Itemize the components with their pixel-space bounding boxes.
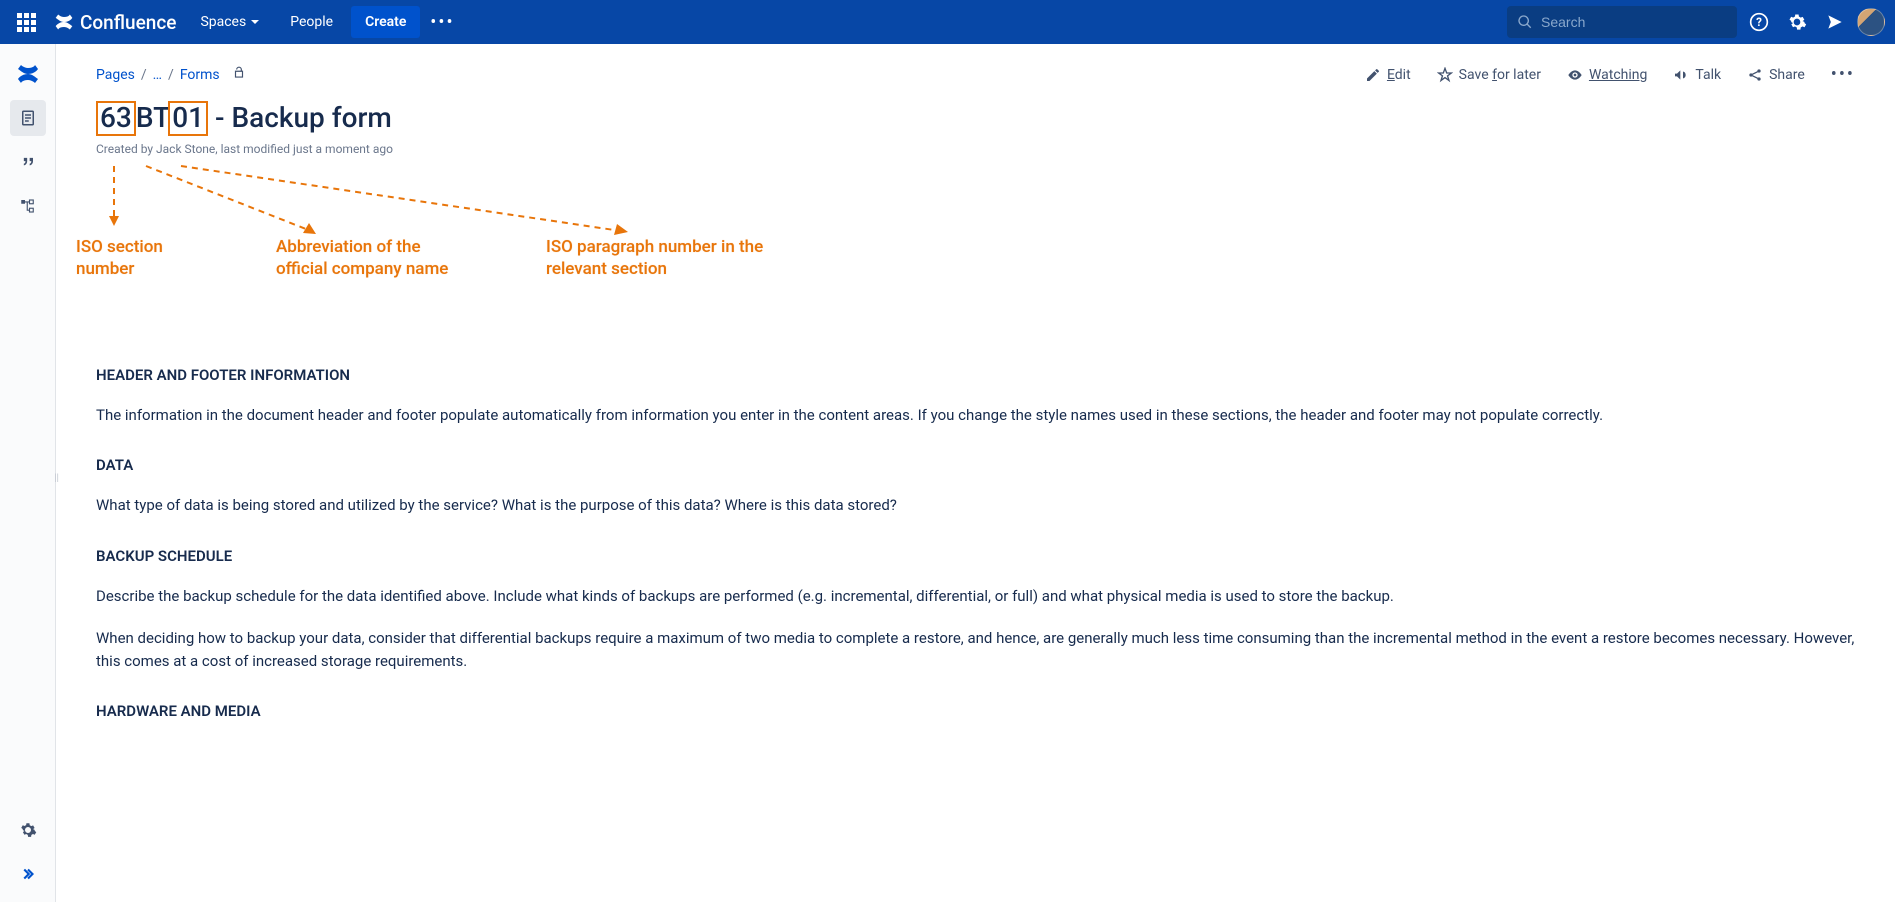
create-button[interactable]: Create <box>351 6 420 38</box>
share-button[interactable]: Share <box>1747 67 1805 83</box>
annotation-arrows <box>96 126 796 336</box>
apps-grid-icon <box>17 13 36 32</box>
annotation-iso-paragraph: ISO paragraph number in the relevant sec… <box>546 236 776 280</box>
section-heading: BACKUP SCHEDULE <box>96 547 1855 565</box>
talk-button[interactable]: Talk <box>1673 67 1721 83</box>
annotation-overlay: ISO section number Abbreviation of the o… <box>96 166 1855 336</box>
section-heading: DATA <box>96 456 1855 474</box>
title-iso-paragraph: 01 <box>172 101 204 134</box>
search-input[interactable] <box>1541 14 1727 30</box>
star-icon <box>1437 67 1453 83</box>
app-switcher[interactable] <box>10 6 42 38</box>
section-paragraph: Describe the backup schedule for the dat… <box>96 585 1855 608</box>
watching-button[interactable]: Watching <box>1567 67 1647 83</box>
annotation-company-abbrev: Abbreviation of the official company nam… <box>276 236 476 280</box>
gear-icon <box>19 821 37 839</box>
breadcrumb-pages[interactable]: Pages <box>96 67 135 83</box>
talk-label: Talk <box>1695 67 1721 83</box>
confluence-icon <box>54 12 74 32</box>
create-label: Create <box>365 14 406 30</box>
title-company-abbrev: BT <box>136 101 170 134</box>
nav-more-button[interactable]: ••• <box>426 6 458 38</box>
search-icon <box>1517 14 1533 30</box>
gear-icon <box>1787 12 1807 32</box>
page-actions: Edit Save for later Watching Talk Share <box>1365 64 1855 85</box>
confluence-space-icon <box>16 62 40 86</box>
share-label: Share <box>1769 67 1805 83</box>
section-heading: HARDWARE AND MEDIA <box>96 702 1855 720</box>
page-byline: Created by Jack Stone, last modified jus… <box>96 142 1855 156</box>
nav-people-label: People <box>290 14 333 30</box>
chevron-down-icon <box>250 17 260 27</box>
sidebar-settings[interactable] <box>10 812 46 848</box>
lock-open-icon <box>232 66 246 80</box>
eye-icon <box>1567 67 1583 83</box>
svg-text:?: ? <box>1756 15 1762 29</box>
page-more-button[interactable]: ••• <box>1831 64 1855 85</box>
left-sidebar: || <box>0 44 56 902</box>
sidebar-pages[interactable] <box>10 100 46 136</box>
megaphone-icon <box>1673 67 1689 83</box>
sidebar-resize-handle[interactable]: || <box>54 473 59 484</box>
section-paragraph: The information in the document header a… <box>96 404 1855 427</box>
edit-label: dit <box>1395 67 1411 83</box>
quote-icon <box>18 152 38 172</box>
expand-icon <box>19 865 37 883</box>
sidebar-blog[interactable] <box>10 144 46 180</box>
breadcrumb-ellipsis[interactable]: … <box>153 67 162 83</box>
sidebar-tree[interactable] <box>10 188 46 224</box>
main-content: Pages / … / Forms Edit Save for later <box>56 44 1895 902</box>
share-icon <box>1747 67 1763 83</box>
restrictions-button[interactable] <box>232 66 246 84</box>
pencil-icon <box>1365 67 1381 83</box>
help-icon: ? <box>1749 12 1769 32</box>
title-suffix: - Backup form <box>208 101 392 134</box>
notifications-button[interactable] <box>1819 6 1851 38</box>
tree-icon <box>19 197 37 215</box>
breadcrumb: Pages / … / Forms <box>96 66 246 84</box>
breadcrumb-sep: / <box>168 67 174 83</box>
sidebar-space-icon[interactable] <box>10 56 46 92</box>
help-button[interactable]: ? <box>1743 6 1775 38</box>
page-icon <box>19 109 37 127</box>
nav-spaces-label: Spaces <box>200 14 246 30</box>
user-avatar[interactable] <box>1857 8 1885 36</box>
section-paragraph: When deciding how to backup your data, c… <box>96 627 1855 672</box>
breadcrumb-sep: / <box>141 67 147 83</box>
nav-spaces[interactable]: Spaces <box>188 6 272 38</box>
save-for-later-button[interactable]: Save for later <box>1437 67 1541 83</box>
sidebar-expand[interactable] <box>10 856 46 892</box>
page-title: 63BT01 - Backup form <box>96 101 392 136</box>
section-paragraph: What type of data is being stored and ut… <box>96 494 1855 517</box>
title-iso-section: 63 <box>100 101 132 134</box>
top-nav: Confluence Spaces People Create ••• ? <box>0 0 1895 44</box>
search-box[interactable] <box>1507 6 1737 38</box>
product-name: Confluence <box>80 11 176 34</box>
breadcrumb-forms[interactable]: Forms <box>180 67 220 83</box>
annotation-iso-section: ISO section number <box>76 236 216 280</box>
section-heading: HEADER AND FOOTER INFORMATION <box>96 366 1855 384</box>
nav-people[interactable]: People <box>278 6 345 38</box>
edit-button[interactable]: Edit <box>1365 67 1411 83</box>
settings-button[interactable] <box>1781 6 1813 38</box>
watching-label: Watching <box>1589 67 1647 83</box>
notification-icon <box>1825 12 1845 32</box>
confluence-logo[interactable]: Confluence <box>48 11 182 34</box>
